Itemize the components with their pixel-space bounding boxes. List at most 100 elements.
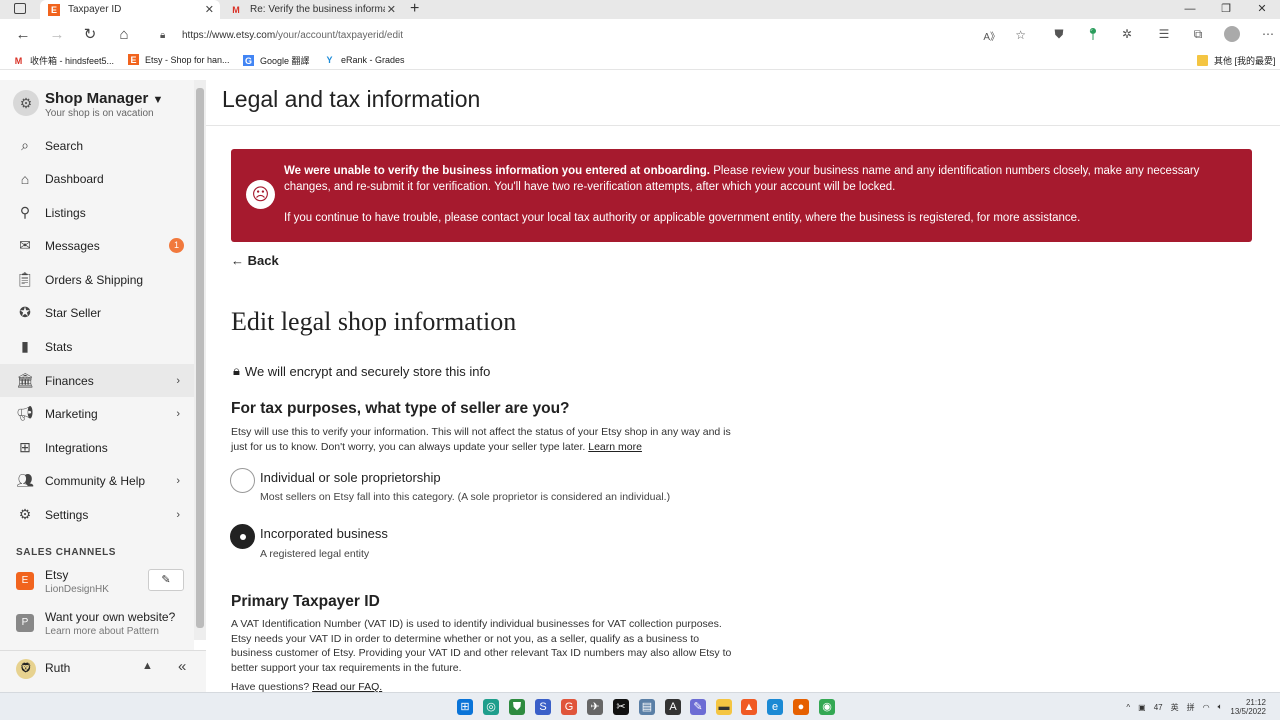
learn-more-link[interactable]: Learn more	[588, 441, 642, 453]
language-indicator[interactable]: 英	[1171, 702, 1179, 713]
extensions-icon[interactable]: ✲	[1119, 27, 1135, 41]
tab-taxpayer-id[interactable]: E Taxpayer ID ✕	[40, 0, 220, 19]
shield-app-icon[interactable]: ⛊	[509, 699, 525, 715]
sidebar-item-label: Stats	[45, 339, 73, 354]
address-bar-row: ← → ↻ ⌂ 🔒︎ https://www.etsy.com/your/acc…	[0, 19, 1280, 51]
clock-time: 21:12	[1245, 698, 1266, 707]
sidebar-item-community-help[interactable]: 👥︎ Community & Help ›	[0, 464, 194, 497]
verification-error-alert: ☹ We were unable to verify the business …	[231, 149, 1252, 242]
profile-avatar-icon[interactable]	[1224, 26, 1240, 42]
option-sub-incorporated: A registered legal entity	[260, 548, 370, 560]
edge-icon[interactable]: e	[767, 699, 783, 715]
folder-icon	[1197, 55, 1208, 66]
sidebar-item-stats[interactable]: ▮ Stats	[0, 330, 194, 363]
grid-icon: ⊞	[19, 439, 31, 455]
channel-name: Etsy	[45, 568, 69, 582]
shield-extension-icon[interactable]: ⛊	[1051, 27, 1067, 42]
g-app-icon[interactable]: G	[561, 699, 577, 715]
people-icon: 👥︎	[16, 472, 34, 488]
back-link[interactable]: ← Back	[231, 253, 279, 268]
lock-icon: 🔒︎	[233, 363, 240, 378]
pin-extension-icon[interactable]: 📍︎	[1085, 27, 1101, 41]
channel-pattern[interactable]: P Want your own website? Learn more abou…	[16, 608, 194, 642]
bookmark-etsy[interactable]: E Etsy - Shop for han...	[128, 54, 230, 65]
brave-icon[interactable]: ▲	[741, 699, 757, 715]
bookmark-gmail[interactable]: M 收件箱 - hindsfeet5...	[13, 54, 114, 67]
shop-manager-title[interactable]: Shop Manager ▼	[45, 90, 163, 107]
s-app-icon[interactable]: S	[535, 699, 551, 715]
bookmark-label: Google 翻譯	[260, 56, 310, 66]
tab-gmail[interactable]: M Re: Verify the business informatio ✕	[222, 0, 402, 19]
radio-incorporated[interactable]	[230, 524, 255, 549]
sidebar-item-settings[interactable]: ⚙ Settings ›	[0, 498, 194, 531]
clock[interactable]: 21:12 13/5/2022	[1230, 698, 1266, 716]
sidebar-item-orders-shipping[interactable]: 📋︎ Orders & Shipping	[0, 263, 194, 296]
wifi-icon[interactable]: ◠	[1203, 703, 1210, 712]
chevron-up-icon[interactable]: ^	[1126, 703, 1130, 712]
option-label-incorporated[interactable]: Incorporated business	[260, 526, 388, 541]
channel-name: Want your own website?	[45, 610, 176, 624]
arrow-left-icon: ←	[231, 253, 244, 268]
snip-icon[interactable]: ✎	[690, 699, 706, 715]
caret-up-icon[interactable]: ▲	[142, 660, 153, 672]
tray-app-icon[interactable]: ▣	[1138, 703, 1146, 712]
ime-indicator[interactable]: 拼	[1187, 702, 1195, 713]
refresh-icon[interactable]: ↻	[80, 25, 100, 45]
volume-icon[interactable]: 🔈︎	[1218, 702, 1223, 712]
minimize-icon[interactable]: —	[1172, 0, 1208, 19]
url-field[interactable]: 🔒︎ https://www.etsy.com/your/account/tax…	[148, 23, 1038, 47]
caret-down-icon: ▼	[152, 94, 164, 106]
acrobat-icon[interactable]: A	[665, 699, 681, 715]
radio-individual[interactable]	[230, 468, 255, 493]
capcut-icon[interactable]: ✂	[613, 699, 629, 715]
read-aloud-icon[interactable]: A》	[983, 28, 1000, 43]
new-tab-button[interactable]: +	[410, 0, 419, 18]
close-icon[interactable]: ✕	[387, 3, 396, 16]
favorite-add-icon[interactable]: ☆	[1015, 28, 1026, 42]
url-path: /your/account/taxpayerid/edit	[275, 29, 404, 41]
tab-actions-icon[interactable]	[14, 3, 26, 14]
sidebar-item-finances[interactable]: 🏛︎ Finances ›	[0, 364, 194, 397]
bookmark-label: 其他 [我的最愛]	[1214, 56, 1276, 66]
shop-manager-title-text: Shop Manager	[45, 90, 149, 107]
forward-arrow-icon[interactable]: →	[47, 25, 67, 45]
sidebar-item-label: Messages	[45, 238, 100, 253]
scrollbar-thumb[interactable]	[196, 88, 204, 628]
sidebar-item-dashboard[interactable]: ⌂ Dashboard	[0, 162, 194, 195]
close-icon[interactable]: ✕	[205, 3, 214, 16]
pattern-icon: P	[16, 614, 34, 632]
close-window-icon[interactable]: ✕	[1244, 0, 1280, 19]
option-label-individual[interactable]: Individual or sole proprietorship	[260, 470, 441, 485]
bookmark-erank[interactable]: Y eRank - Grades	[324, 54, 404, 65]
file-explorer-icon[interactable]: ▬	[716, 699, 732, 715]
channel-etsy[interactable]: E Etsy LionDesignHK ✎	[16, 566, 194, 600]
more-menu-icon[interactable]: ⋯	[1260, 27, 1276, 41]
windows-start-icon[interactable]: ⊞	[457, 699, 473, 715]
favorites-icon[interactable]: ☰	[1156, 27, 1172, 41]
bookmark-other-folder[interactable]: 其他 [我的最愛]	[1197, 54, 1276, 67]
home-icon[interactable]: ⌂	[114, 25, 134, 45]
sidebar-item-listings[interactable]: ⚲ Listings	[0, 196, 194, 229]
sidebar-item-star-seller[interactable]: ✪ Star Seller	[0, 296, 194, 329]
chrome-icon[interactable]: ◉	[819, 699, 835, 715]
sidebar-scrollbar[interactable]	[194, 80, 206, 640]
sidebar-item-search[interactable]: ⌕ Search	[0, 129, 194, 162]
restore-icon[interactable]: ❐	[1208, 0, 1244, 19]
collapse-sidebar-icon[interactable]: «	[178, 658, 186, 675]
user-menu[interactable]: 🦁︎ Ruth ▲ «	[0, 650, 206, 692]
sidebar-item-messages[interactable]: ✉ Messages 1	[0, 229, 194, 262]
app-icon[interactable]: ◎	[483, 699, 499, 715]
sidebar-item-integrations[interactable]: ⊞ Integrations	[0, 431, 194, 464]
bookmark-google-translate[interactable]: G Google 翻譯	[243, 54, 310, 67]
sidebar-item-label: Settings	[45, 507, 89, 522]
edit-channel-button[interactable]: ✎	[148, 569, 184, 591]
notepad-icon[interactable]: ▤	[639, 699, 655, 715]
back-arrow-icon[interactable]: ←	[13, 25, 33, 45]
firefox-icon[interactable]: ●	[793, 699, 809, 715]
sidebar-item-label: Orders & Shipping	[45, 272, 144, 287]
collections-icon[interactable]: ⧉	[1190, 27, 1206, 42]
page-header: Legal and tax information	[206, 70, 1280, 126]
etsy-icon: E	[128, 54, 139, 65]
sidebar-item-marketing[interactable]: 📢︎ Marketing ›	[0, 397, 194, 430]
tool-app-icon[interactable]: ✈	[587, 699, 603, 715]
